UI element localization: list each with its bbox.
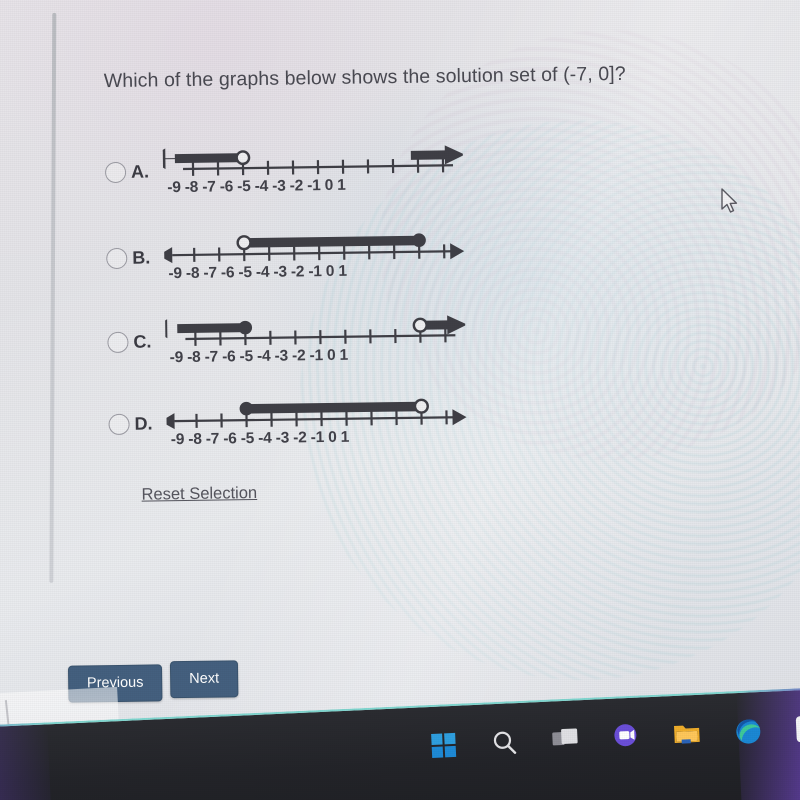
- reset-selection-link[interactable]: Reset Selection: [141, 484, 257, 505]
- tick-labels-c: -9 -8 -7 -6 -5 -4 -3 -2 -1 0 1: [169, 346, 349, 367]
- vertical-divider: [49, 12, 57, 583]
- mouse-cursor-icon: [721, 188, 738, 213]
- quiz-content: Which of the graphs below shows the solu…: [0, 0, 800, 766]
- option-letter-a: A.: [130, 161, 150, 182]
- option-letter-c: C.: [133, 331, 152, 352]
- radio-button-a[interactable]: [104, 161, 127, 184]
- task-view-icon[interactable]: [550, 724, 581, 755]
- number-line-graph-d: [166, 398, 467, 430]
- file-explorer-icon[interactable]: [672, 719, 703, 750]
- option-letter-d: D.: [134, 413, 153, 434]
- tick-labels-b: -9 -8 -7 -6 -5 -4 -3 -2 -1 0 1: [168, 262, 347, 283]
- tick-labels-a: -9 -8 -7 -6 -5 -4 -3 -2 -1 0 1: [167, 176, 346, 197]
- option-letter-b: B.: [132, 247, 151, 268]
- search-icon[interactable]: [489, 727, 520, 758]
- taskbar-left-glow: [0, 722, 54, 800]
- photographed-screen: Which of the graphs below shows the solu…: [0, 0, 800, 800]
- next-button[interactable]: Next: [169, 660, 239, 699]
- tick-labels-d: -9 -8 -7 -6 -5 -4 -3 -2 -1 0 1: [170, 428, 350, 449]
- chat-teams-icon[interactable]: [611, 721, 642, 752]
- number-line-graph-c: [165, 315, 466, 346]
- radio-button-b[interactable]: [106, 247, 128, 270]
- question-text: Which of the graphs below shows the solu…: [103, 62, 626, 93]
- number-line-graph-a: [162, 145, 464, 176]
- radio-button-c[interactable]: [107, 331, 129, 354]
- radio-button-d[interactable]: [108, 413, 130, 436]
- number-line-graph-b: [163, 233, 465, 264]
- microsoft-store-icon[interactable]: [794, 713, 800, 744]
- edge-browser-icon[interactable]: [733, 716, 764, 747]
- windows-start-icon[interactable]: [428, 730, 459, 761]
